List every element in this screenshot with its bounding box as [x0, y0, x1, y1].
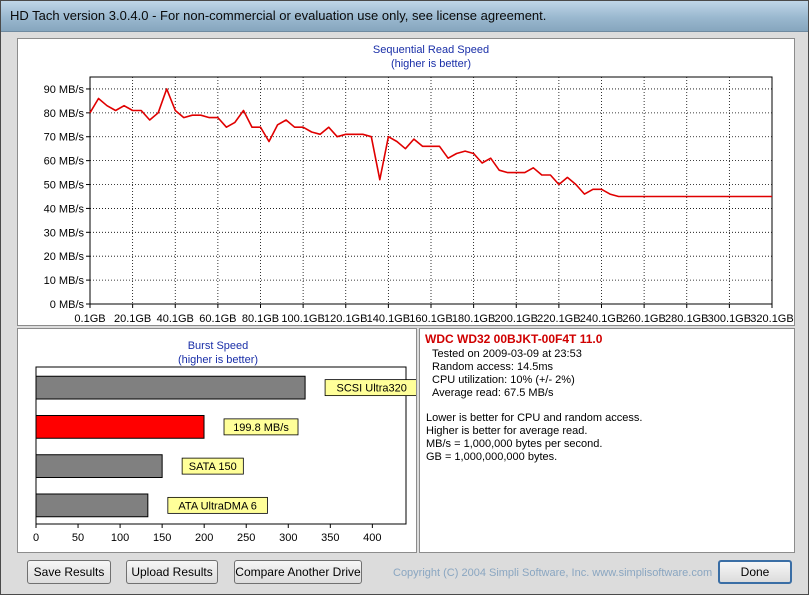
x-tick-label: 100.1GB — [281, 313, 324, 325]
window-title: HD Tach version 3.0.4.0 - For non-commer… — [10, 8, 547, 23]
burst-speed-chart: Burst Speed (higher is better) 0 50 100 150 20… — [33, 340, 416, 544]
note-mbs-unit: MB/s = 1,000,000 bytes per second. — [426, 438, 603, 450]
save-results-button[interactable]: Save Results — [27, 560, 111, 584]
hdtach-window: HD Tach version 3.0.4.0 - For non-commer… — [0, 0, 809, 595]
burst-x-tick-label: 100 — [111, 532, 129, 544]
y-tick-label: 40 MB/s — [44, 203, 85, 215]
note-average-read: Higher is better for average read. — [426, 425, 588, 437]
burst-x-tick-label: 200 — [195, 532, 213, 544]
x-tick-label: 200.1GB — [495, 313, 538, 325]
y-tick-label: 0 MB/s — [50, 299, 85, 311]
average-read: Average read: 67.5 MB/s — [432, 387, 554, 399]
burst-subtitle: (higher is better) — [178, 354, 258, 366]
y-tick-label: 10 MB/s — [44, 275, 85, 287]
x-tick-label: 300.1GB — [708, 313, 751, 325]
burst-data-label: SCSI Ultra320 — [337, 383, 407, 395]
x-tick-label: 180.1GB — [452, 313, 495, 325]
burst-data-label: 199.8 MB/s — [233, 422, 289, 434]
copyright-text: Copyright (C) 2004 Simpli Software, Inc.… — [393, 567, 713, 579]
burst-bar — [35, 375, 306, 400]
burst-x-tick-label: 0 — [33, 532, 39, 544]
burst-speed-panel: Burst Speed (higher is better) 0 50 100 150 20… — [17, 328, 417, 553]
x-tick-label: 40.1GB — [157, 313, 194, 325]
y-tick-label: 20 MB/s — [44, 251, 85, 263]
x-tick-label: 220.1GB — [537, 313, 580, 325]
x-tick-label: 60.1GB — [199, 313, 236, 325]
x-tick-label: 20.1GB — [114, 313, 151, 325]
y-tick-label: 50 MB/s — [44, 180, 85, 192]
burst-data-label: SATA 150 — [189, 461, 237, 473]
x-tick-label: 240.1GB — [580, 313, 623, 325]
y-tick-label: 60 MB/s — [44, 156, 85, 168]
drive-model: WDC WD32 00BJKT-00F4T 11.0 — [425, 332, 603, 346]
x-tick-label: 80.1GB — [242, 313, 279, 325]
compare-another-drive-button[interactable]: Compare Another Drive — [234, 560, 362, 584]
burst-title: Burst Speed — [188, 340, 249, 352]
burst-bar — [35, 414, 205, 439]
x-tick-label: 140.1GB — [367, 313, 410, 325]
title-bar[interactable]: HD Tach version 3.0.4.0 - For non-commer… — [1, 1, 808, 32]
chart-title: Sequential Read Speed — [373, 44, 489, 56]
burst-bar — [35, 493, 149, 518]
random-access: Random access: 14.5ms — [432, 361, 554, 373]
sequential-read-chart: Sequential Read Speed (higher is better) 0… — [44, 44, 794, 325]
burst-x-tick-label: 250 — [237, 532, 255, 544]
x-tick-label: 260.1GB — [622, 313, 665, 325]
upload-results-button[interactable]: Upload Results — [126, 560, 218, 584]
sequential-read-panel: Sequential Read Speed (higher is better) 0… — [17, 38, 795, 326]
y-tick-label: 30 MB/s — [44, 227, 85, 239]
cpu-utilization: CPU utilization: 10% (+/- 2%) — [432, 374, 575, 386]
chart-subtitle: (higher is better) — [391, 58, 471, 70]
tested-date: Tested on 2009-03-09 at 23:53 — [432, 348, 582, 360]
note-gb-unit: GB = 1,000,000,000 bytes. — [426, 451, 558, 463]
burst-x-tick-label: 300 — [279, 532, 297, 544]
y-tick-label: 90 MB/s — [44, 84, 85, 96]
burst-x-tick-label: 150 — [153, 532, 171, 544]
x-tick-label: 120.1GB — [324, 313, 367, 325]
y-tick-label: 70 MB/s — [44, 132, 85, 144]
x-tick-label: 320.1GB — [750, 313, 793, 325]
drive-info-panel: WDC WD32 00BJKT-00F4T 11.0 Tested on 200… — [419, 328, 795, 553]
x-tick-label: 0.1GB — [74, 313, 105, 325]
burst-x-tick-label: 50 — [72, 532, 84, 544]
burst-data-label: ATA UltraDMA 6 — [178, 500, 256, 512]
y-tick-label: 80 MB/s — [44, 108, 85, 120]
x-tick-label: 280.1GB — [665, 313, 708, 325]
burst-x-tick-label: 350 — [321, 532, 339, 544]
done-button[interactable]: Done — [718, 560, 792, 584]
x-tick-label: 160.1GB — [409, 313, 452, 325]
note-cpu-random: Lower is better for CPU and random acces… — [426, 412, 643, 424]
burst-bar — [35, 454, 163, 479]
burst-x-tick-label: 400 — [363, 532, 381, 544]
